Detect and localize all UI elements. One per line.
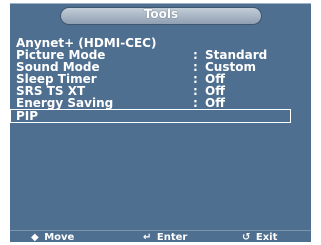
menu-item-pip[interactable]: PIP <box>10 109 291 123</box>
move-icon: ◆ <box>31 232 39 243</box>
footer-enter-label: Enter <box>156 232 188 243</box>
menu-item-label: PIP <box>16 109 39 123</box>
tools-osd-panel: Tools Anynet+ (HDMI-CEC) Picture Mode : … <box>10 3 311 243</box>
footer-exit: ↺ Exit <box>242 232 277 243</box>
menu-item-value: Off <box>205 96 225 110</box>
enter-icon: ↵ <box>143 232 152 243</box>
menu-item-energy-saving[interactable]: Energy Saving : Off <box>10 97 311 109</box>
menu-item-colon: : <box>193 96 198 110</box>
menu-item-label: Energy Saving <box>16 96 114 110</box>
footer-enter: ↵ Enter <box>143 232 187 243</box>
tv-screen: Tools Anynet+ (HDMI-CEC) Picture Mode : … <box>0 0 321 245</box>
footer-help-bar: ◆ Move ↵ Enter ↺ Exit <box>10 230 311 243</box>
footer-exit-label: Exit <box>255 232 278 243</box>
exit-icon: ↺ <box>242 232 251 243</box>
footer-move-label: Move <box>44 232 75 243</box>
page-title: Tools <box>143 7 179 21</box>
title-bar: Tools <box>60 7 262 25</box>
footer-move: ◆ Move <box>31 232 74 243</box>
